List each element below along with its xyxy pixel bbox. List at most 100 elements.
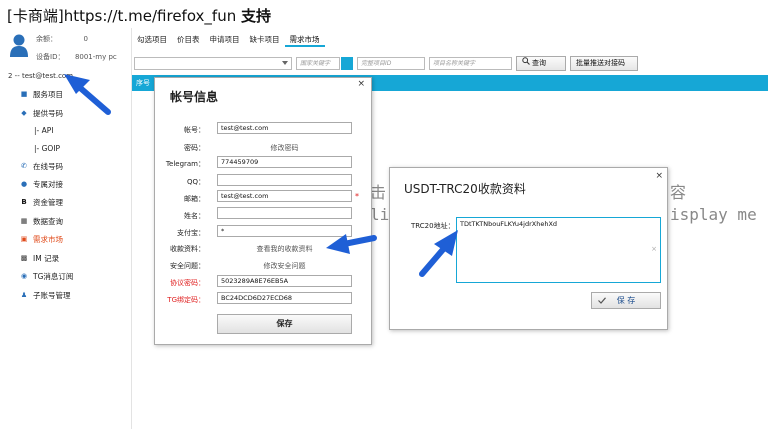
title-url: https://t.me/firefox_fun — [63, 7, 237, 25]
sidebar-item-services[interactable]: ■ 服务项目 — [20, 87, 63, 101]
sidebar-item-subaccounts[interactable]: ♟ 子账号管理 — [20, 288, 71, 302]
sidebar-item-label: TG消息订阅 — [33, 271, 74, 281]
password-label: 密码： — [184, 144, 205, 152]
save-button[interactable]: 保 存 — [591, 292, 661, 309]
user-icon: ♟ — [20, 291, 28, 299]
balance-row: 余额： 0 — [36, 34, 88, 44]
tab-bar: 勾选项目 价目表 申请项目 缺卡项目 需求市场 — [132, 33, 325, 47]
clear-icon[interactable]: × — [651, 245, 657, 253]
sidebar-item-tg-subscribe[interactable]: ◉ TG消息订阅 — [20, 269, 73, 283]
dialog-title: USDT-TRC20收款资料 — [404, 182, 526, 196]
required-mark: * — [355, 192, 359, 201]
sidebar-item-label: 资金管理 — [33, 197, 63, 207]
device-label: 设备ID： — [36, 53, 65, 61]
telegram-label: Telegram： — [165, 160, 205, 168]
tab-price-list[interactable]: 价目表 — [172, 33, 205, 47]
sidebar-item-label: 专属对接 — [33, 179, 63, 189]
account-info-dialog: 帐号信息 × 帐号： test@test.com 密码： 修改密码 Telegr… — [154, 77, 372, 345]
title-prefix: [卡商端] — [7, 7, 64, 25]
sidebar-item-label: 数据查询 — [33, 216, 63, 226]
sidebar: 余额： 0 设备ID： 8001-my pc 2 -- test@test.co… — [0, 28, 132, 429]
collect-label: 收款资料： — [170, 245, 205, 253]
email-label: 邮箱： — [184, 195, 205, 203]
sidebar-item-goip[interactable]: |- GOIP — [34, 144, 60, 153]
sidebar-item-market[interactable]: ▣ 需求市场 — [20, 232, 63, 246]
sidebar-item-label: 需求市场 — [33, 234, 63, 244]
dialog-title: 帐号信息 — [170, 90, 219, 104]
trc20-address-input[interactable]: TDtTKTNbouFLKYu4jdrXhehXd × — [456, 217, 661, 283]
tg-bind-label: TG绑定码： — [167, 296, 205, 304]
bg-text-1: 击 — [370, 183, 387, 202]
category-select[interactable] — [134, 57, 292, 70]
trc20-address-value: TDtTKTNbouFLKYu4jdrXhehXd — [460, 220, 558, 228]
save-button[interactable]: 保存 — [217, 314, 352, 334]
country-picker-button[interactable] — [341, 57, 353, 70]
toolbar: 国家关键字 完整项目ID 项目名称关键字 查询 批量推送对接码 — [132, 56, 768, 72]
email-field[interactable]: test@test.com — [217, 190, 352, 202]
change-password-link[interactable]: 修改密码 — [217, 143, 352, 153]
app-window: [卡商端]https://t.me/firefox_fun 支持 余额： 0 设… — [0, 0, 768, 429]
usdt-dialog: USDT-TRC20收款资料 × TRC20地址： TDtTKTNbouFLKY… — [389, 167, 668, 330]
account-user: 2 -- test@test.com — [8, 72, 74, 80]
batch-push-button[interactable]: 批量推送对接码 — [570, 56, 638, 71]
chat-icon: ▩ — [20, 254, 28, 262]
diamond-icon: ◆ — [21, 109, 27, 117]
check-icon — [598, 297, 606, 304]
close-icon[interactable]: × — [357, 79, 365, 89]
country-keyword-input[interactable]: 国家关键字 — [296, 57, 340, 70]
sidebar-item-provide-numbers[interactable]: ◆ 提供号码 — [20, 106, 63, 120]
trc20-address-label: TRC20地址： — [411, 222, 455, 230]
bg-text-4: isplay me — [670, 205, 757, 224]
name-field[interactable] — [217, 207, 352, 219]
tg-bind-field[interactable]: BC24DCD6D27ECD68 — [217, 292, 352, 304]
sidebar-item-im-records[interactable]: ▩ IM 记录 — [20, 251, 59, 265]
tab-missing-cards[interactable]: 缺卡项目 — [245, 33, 285, 47]
sidebar-item-data-query[interactable]: ▦ 数据查询 — [20, 214, 63, 228]
sidebar-item-funds[interactable]: B 资金管理 — [20, 195, 63, 209]
search-icon — [522, 57, 530, 65]
sidebar-item-dedicated[interactable]: ● 专属对接 — [20, 177, 63, 191]
sidebar-item-label: IM 记录 — [33, 253, 60, 263]
telegram-field[interactable]: 774459709 — [217, 156, 352, 168]
project-name-input[interactable]: 项目名称关键字 — [429, 57, 512, 70]
balance-label: 余额： — [36, 35, 57, 43]
phone-icon: ✆ — [21, 162, 27, 170]
tab-selected-projects[interactable]: 勾选项目 — [132, 33, 172, 47]
qq-field[interactable] — [217, 174, 352, 186]
account-field[interactable]: test@test.com — [217, 122, 352, 134]
protocol-password-field[interactable]: 5023289A8E76EB5A — [217, 275, 352, 287]
search-button[interactable]: 查询 — [516, 56, 566, 71]
change-security-link[interactable]: 修改安全问题 — [217, 261, 352, 271]
link-icon: ● — [20, 180, 28, 188]
alipay-field[interactable]: * — [217, 225, 352, 237]
rss-icon: ◉ — [20, 272, 28, 280]
grid-icon: ▦ — [20, 217, 28, 225]
bg-text-3: 容 — [670, 183, 687, 202]
market-icon: ▣ — [20, 235, 28, 243]
sidebar-item-label: 在线号码 — [33, 161, 63, 171]
account-label: 帐号： — [184, 126, 205, 134]
bitcoin-icon: B — [21, 198, 27, 206]
close-icon[interactable]: × — [655, 171, 663, 181]
alipay-label: 支付宝： — [177, 229, 205, 237]
name-label: 姓名： — [184, 212, 205, 220]
sidebar-item-online-numbers[interactable]: ✆ 在线号码 — [20, 159, 63, 173]
title-suffix: 支持 — [241, 7, 272, 25]
save-button-label: 保 存 — [616, 296, 636, 305]
tab-demand-market[interactable]: 需求市场 — [284, 33, 325, 47]
balance-value: 0 — [83, 35, 88, 43]
shield-icon: ■ — [20, 90, 28, 98]
view-collect-info-link[interactable]: 查看我的收款资料 — [217, 244, 352, 254]
bg-text-2: li — [370, 205, 390, 224]
sidebar-item-label: 子账号管理 — [33, 290, 71, 300]
sidebar-item-label: 服务项目 — [33, 89, 63, 99]
project-id-input[interactable]: 完整项目ID — [357, 57, 425, 70]
search-button-label: 查询 — [532, 59, 546, 67]
sidebar-item-label: 提供号码 — [33, 108, 63, 118]
security-label: 安全问题： — [170, 262, 205, 270]
device-value: 8001-my pc — [74, 53, 117, 61]
col-index: 序号 — [136, 79, 150, 87]
sidebar-item-api[interactable]: |- API — [34, 126, 53, 135]
chevron-down-icon — [282, 61, 288, 65]
tab-apply-projects[interactable]: 申请项目 — [205, 33, 245, 47]
